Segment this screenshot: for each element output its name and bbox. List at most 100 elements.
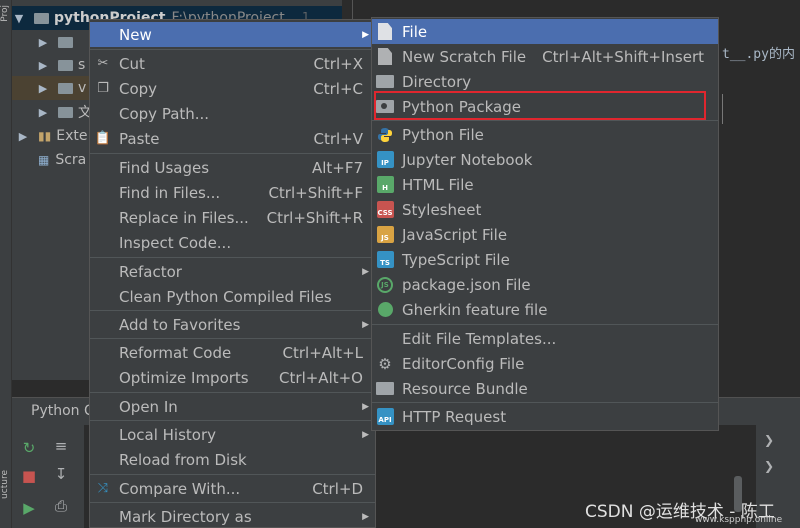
menu-item-local-history[interactable]: Local History ▶ [90, 422, 375, 447]
paste-icon: 📋 [94, 131, 112, 146]
menu-item-label: Reload from Disk [119, 450, 247, 469]
menu-separator [90, 153, 375, 154]
chevron-right-icon[interactable]: ▶ [36, 36, 50, 49]
menu-item-label: TypeScript File [402, 250, 510, 269]
submenu-item-html-file[interactable]: H HTML File [372, 172, 718, 197]
scissors-icon: ✂ [97, 56, 109, 71]
menu-separator [90, 49, 375, 50]
menu-item-label: Jupyter Notebook [402, 150, 533, 169]
left-tool-strip: Proj ucture [0, 0, 12, 528]
chevron-down-icon[interactable]: ▼ [12, 12, 26, 25]
nodejs-icon: JS [376, 276, 394, 294]
menu-item-shortcut: Ctrl+C [313, 79, 363, 98]
submenu-item-http-request[interactable]: API HTTP Request [372, 404, 718, 429]
watermark-url: www.kspphp.online [695, 515, 783, 525]
menu-item-shortcut: Ctrl+X [313, 54, 363, 73]
run-icon[interactable]: ▶ [18, 497, 40, 519]
rerun-icon[interactable]: ↻ [18, 437, 40, 459]
menu-item-shortcut: Ctrl+Alt+L [282, 343, 364, 362]
menu-item-label: Refactor [119, 262, 182, 281]
menu-item-mark-directory-as[interactable]: Mark Directory as ▶ [90, 504, 375, 528]
menu-item-find-in-files[interactable]: Find in Files... Ctrl+Shift+F [90, 180, 375, 205]
menu-item-copy[interactable]: ❐ Copy Ctrl+C [90, 76, 375, 101]
chevron-right-icon[interactable]: ▶ [36, 106, 50, 119]
run-tab-title[interactable]: Python C [31, 403, 94, 419]
submenu-item-javascript-file[interactable]: JS JavaScript File [372, 222, 718, 247]
ts-icon: TS [376, 251, 394, 269]
menu-item-clean-compiled[interactable]: Clean Python Compiled Files [90, 284, 375, 309]
chevron-right-icon[interactable]: ❯ [758, 429, 780, 451]
chevron-right-icon[interactable]: ▶ [36, 59, 50, 72]
submenu-item-jupyter-notebook[interactable]: IP Jupyter Notebook [372, 147, 718, 172]
submenu-item-typescript-file[interactable]: TS TypeScript File [372, 247, 718, 272]
menu-item-copy-path[interactable]: Copy Path... [90, 101, 375, 126]
folder-icon [58, 106, 73, 118]
menu-separator [372, 120, 718, 121]
chevron-right-icon[interactable]: ▶ [36, 82, 50, 95]
submenu-item-resource-bundle[interactable]: Resource Bundle [372, 376, 718, 401]
menu-item-label: New Scratch File [402, 47, 527, 66]
submenu-arrow-icon: ▶ [362, 429, 369, 440]
chevron-right-icon[interactable]: ▶ [16, 130, 30, 143]
menu-separator [90, 257, 375, 258]
menu-item-paste[interactable]: 📋 Paste Ctrl+V [90, 126, 375, 151]
menu-item-optimize-imports[interactable]: Optimize Imports Ctrl+Alt+O [90, 365, 375, 390]
submenu-arrow-icon: ▶ [362, 266, 369, 277]
submenu-item-package-json[interactable]: JS package.json File [372, 272, 718, 297]
menu-item-label: EditorConfig File [402, 354, 525, 373]
menu-item-new[interactable]: New ▶ [90, 22, 375, 47]
menu-item-inspect-code[interactable]: Inspect Code... [90, 230, 375, 255]
print-icon[interactable]: ⎙ [50, 495, 72, 517]
submenu-arrow-icon: ▶ [362, 319, 369, 330]
menu-separator [90, 420, 375, 421]
menu-separator [90, 392, 375, 393]
menu-item-label: Compare With... [119, 479, 241, 498]
submenu-item-gherkin-feature[interactable]: Gherkin feature file [372, 297, 718, 322]
menu-item-open-in[interactable]: Open In ▶ [90, 394, 375, 419]
run-toolbar: ↻ ≡ ■ ↧ ▶ ⎙ [12, 425, 84, 528]
menu-item-find-usages[interactable]: Find Usages Alt+F7 [90, 155, 375, 180]
tree-row-label: Exte [56, 128, 88, 144]
menu-item-compare-with[interactable]: ⤨ Compare With... Ctrl+D [90, 476, 375, 501]
menu-item-refactor[interactable]: Refactor ▶ [90, 259, 375, 284]
submenu-item-editorconfig[interactable]: ⚙ EditorConfig File [372, 351, 718, 376]
soft-wrap-icon[interactable]: ≡ [50, 435, 72, 457]
menu-item-reformat-code[interactable]: Reformat Code Ctrl+Alt+L [90, 340, 375, 365]
submenu-arrow-icon: ▶ [362, 511, 369, 522]
menu-item-cut[interactable]: ✂ Cut Ctrl+X [90, 51, 375, 76]
menu-item-replace-in-files[interactable]: Replace in Files... Ctrl+Shift+R [90, 205, 375, 230]
submenu-item-python-file[interactable]: Python File [372, 122, 718, 147]
menu-item-shortcut: Ctrl+V [313, 129, 363, 148]
structure-tool-label[interactable]: ucture [0, 470, 12, 499]
menu-item-add-to-favorites[interactable]: Add to Favorites ▶ [90, 312, 375, 337]
menu-item-label: Paste [119, 129, 160, 148]
folder-icon [58, 59, 73, 71]
menu-item-label: Copy [119, 79, 158, 98]
submenu-item-new-scratch-file[interactable]: New Scratch File Ctrl+Alt+Shift+Insert [372, 44, 718, 69]
scroll-to-end-icon[interactable]: ↧ [50, 463, 72, 485]
menu-separator [90, 474, 375, 475]
project-tool-label[interactable]: Proj [0, 5, 12, 22]
jupyter-icon: IP [376, 151, 394, 169]
menu-item-label: Add to Favorites [119, 315, 241, 334]
file-icon [376, 23, 394, 41]
menu-separator [90, 310, 375, 311]
stop-icon[interactable]: ■ [18, 465, 40, 487]
chevron-down-icon[interactable]: ❯ [758, 455, 780, 477]
copy-icon: ❐ [97, 81, 109, 96]
menu-separator [90, 502, 375, 503]
menu-item-label: Reformat Code [119, 343, 232, 362]
menu-item-shortcut: Ctrl+Alt+Shift+Insert [542, 47, 704, 66]
submenu-arrow-icon: ▶ [362, 29, 369, 40]
menu-item-label: Inspect Code... [119, 233, 232, 252]
menu-item-label: Clean Python Compiled Files [119, 287, 332, 306]
submenu-item-file[interactable]: File [372, 19, 718, 44]
tree-row-label: v [78, 80, 87, 96]
menu-item-reload-from-disk[interactable]: Reload from Disk [90, 447, 375, 472]
submenu-item-stylesheet[interactable]: CSS Stylesheet [372, 197, 718, 222]
js-icon: JS [376, 226, 394, 244]
menu-item-label: Directory [402, 72, 472, 91]
submenu-arrow-icon: ▶ [362, 401, 369, 412]
submenu-item-edit-file-templates[interactable]: Edit File Templates... [372, 326, 718, 351]
menu-item-label: JavaScript File [402, 225, 508, 244]
